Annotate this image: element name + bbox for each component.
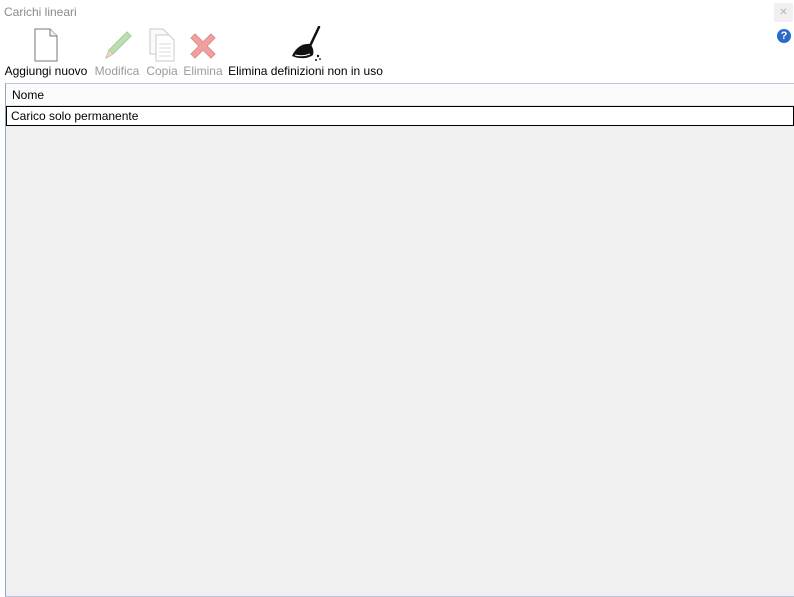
column-header-nome[interactable]: Nome bbox=[6, 84, 794, 106]
delete-button[interactable]: Elimina bbox=[183, 28, 223, 78]
copy-button[interactable]: Copia bbox=[145, 28, 179, 78]
add-new-label: Aggiungi nuovo bbox=[4, 64, 88, 78]
window-title: Carichi lineari bbox=[4, 5, 77, 19]
close-button[interactable]: ✕ bbox=[774, 3, 793, 22]
edit-button[interactable]: Modifica bbox=[93, 28, 141, 78]
help-icon: ? bbox=[780, 30, 788, 42]
pencil-icon bbox=[100, 28, 134, 62]
purge-unused-button[interactable]: Elimina definizioni non in uso bbox=[228, 26, 383, 78]
edit-label: Modifica bbox=[94, 64, 140, 78]
broom-icon bbox=[289, 26, 323, 62]
table-row[interactable]: Carico solo permanente bbox=[6, 106, 794, 126]
help-button[interactable]: ? bbox=[777, 29, 791, 43]
column-header-label: Nome bbox=[12, 87, 45, 102]
row-nome-cell: Carico solo permanente bbox=[11, 109, 139, 123]
new-document-icon bbox=[29, 28, 63, 62]
dialog-window: Carichi lineari ✕ ? Aggiungi nuovo Modif… bbox=[0, 0, 794, 597]
delete-x-icon bbox=[186, 28, 220, 62]
delete-label: Elimina bbox=[183, 64, 223, 78]
copy-label: Copia bbox=[146, 64, 178, 78]
close-icon: ✕ bbox=[779, 7, 788, 18]
definitions-grid[interactable]: Nome Carico solo permanente bbox=[5, 83, 794, 597]
copy-icon bbox=[145, 28, 179, 62]
add-new-button[interactable]: Aggiungi nuovo bbox=[3, 28, 89, 78]
purge-unused-label: Elimina definizioni non in uso bbox=[228, 64, 383, 78]
